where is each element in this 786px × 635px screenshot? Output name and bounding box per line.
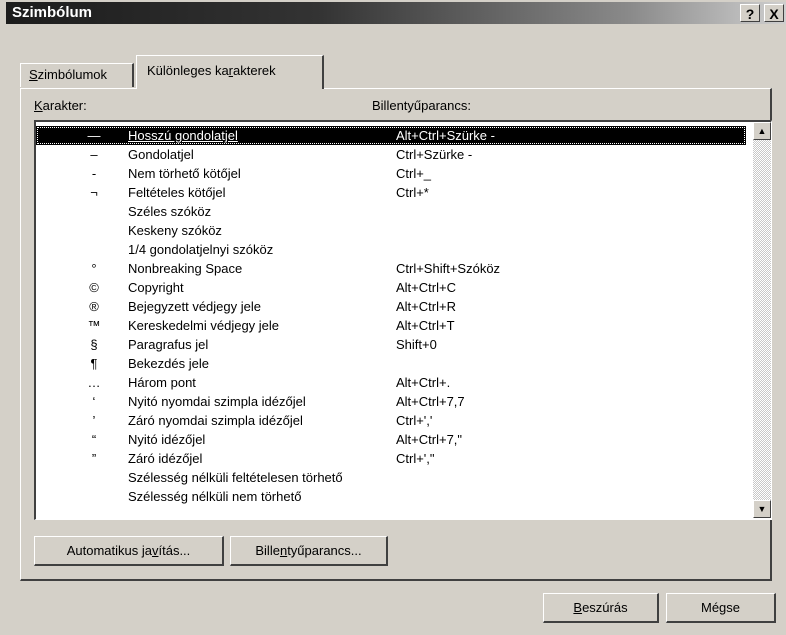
character-name: Gondolatjel <box>128 147 194 162</box>
character-shortcut: Alt+Ctrl+7," <box>396 432 463 447</box>
list-item[interactable]: 1/4 gondolatjelnyi szóköz <box>36 240 746 259</box>
character-shortcut: Ctrl+_ <box>396 166 432 181</box>
character-symbol: ” <box>91 451 97 466</box>
character-symbol: … <box>87 375 101 390</box>
autocorrect-button[interactable]: Automatikus javítás... <box>34 536 224 566</box>
character-symbol: “ <box>91 432 97 447</box>
list-item[interactable]: © Copyright Alt+Ctrl+C <box>36 278 746 297</box>
character-shortcut: Alt+Ctrl+7,7 <box>396 394 465 409</box>
list-item[interactable]: ¶ Bekezdés jele <box>36 354 746 373</box>
character-name: Három pont <box>128 375 196 390</box>
shortcut-column-header: Billentyűparancs: <box>372 98 471 113</box>
list-item[interactable]: — Hosszú gondolatjel Alt+Ctrl+Szürke - <box>36 126 746 145</box>
dialog-title: Szimbólum <box>12 4 93 21</box>
character-name: Kereskedelmi védjegy jele <box>128 318 280 333</box>
character-name: Záró idézőjel <box>128 451 203 466</box>
character-symbol: ¶ <box>90 356 98 371</box>
scroll-down-icon[interactable]: ▼ <box>753 500 771 518</box>
tab-symbols-access-key: S <box>29 67 38 82</box>
character-shortcut: Alt+Ctrl+T <box>396 318 455 333</box>
character-name: Nem törhető kötőjel <box>128 166 241 181</box>
character-name: Paragrafus jel <box>128 337 209 352</box>
character-symbol: § <box>90 337 98 352</box>
character-name: Nonbreaking Space <box>128 261 243 276</box>
character-shortcut: Alt+Ctrl+. <box>396 375 451 390</box>
close-button[interactable]: X <box>764 4 784 22</box>
list-item[interactable]: ‘ Nyitó nyomdai szimpla idézőjel Alt+Ctrl+… <box>36 392 746 411</box>
character-name: Szélesség nélküli feltételesen törhető <box>128 470 343 485</box>
character-name: Széles szóköz <box>128 204 212 219</box>
character-shortcut: Shift+0 <box>396 337 437 352</box>
character-name: Copyright <box>128 280 184 295</box>
list-item[interactable]: … Három pont Alt+Ctrl+. <box>36 373 746 392</box>
character-symbol: ¬ <box>90 185 98 200</box>
character-shortcut: Ctrl+'," <box>396 451 435 466</box>
character-name: Bejegyzett védjegy jele <box>128 299 261 314</box>
character-name: 1/4 gondolatjelnyi szóköz <box>128 242 274 257</box>
list-item[interactable]: Szélesség nélküli feltételesen törhető <box>36 468 746 487</box>
character-shortcut: Ctrl+Szürke - <box>396 147 473 162</box>
list-item[interactable]: ” Záró idézőjel Ctrl+'," <box>36 449 746 468</box>
character-name: Keskeny szóköz <box>128 223 222 238</box>
character-shortcut: Alt+Ctrl+R <box>396 299 456 314</box>
character-symbol: ‘ <box>92 394 96 409</box>
special-characters-list[interactable]: — Hosszú gondolatjel Alt+Ctrl+Szürke - – Gon… <box>34 120 772 520</box>
list-item[interactable]: ™ Kereskedelmi védjegy jele Alt+Ctrl+T <box>36 316 746 335</box>
character-shortcut: Ctrl+* <box>396 185 429 200</box>
character-name: Hosszú gondolatjel <box>128 128 238 143</box>
list-item[interactable]: Keskeny szóköz <box>36 221 746 240</box>
list-item[interactable]: – Gondolatjel Ctrl+Szürke - <box>36 145 746 164</box>
character-symbol: ° <box>91 261 97 276</box>
list-item[interactable]: § Paragrafus jel Shift+0 <box>36 335 746 354</box>
symbol-dialog: Szimbólum ? X Szimbólumok Különleges kar… <box>0 0 786 635</box>
insert-button[interactable]: Beszúrás <box>543 593 659 623</box>
list-item[interactable]: - Nem törhető kötőjel Ctrl+_ <box>36 164 746 183</box>
shortcut-key-button[interactable]: Billentyűparancs... <box>230 536 388 566</box>
character-shortcut: Alt+Ctrl+C <box>396 280 456 295</box>
tab-symbols[interactable]: Szimbólumok <box>20 63 134 87</box>
list-item[interactable]: ° Nonbreaking Space Ctrl+Shift+Szóköz <box>36 259 746 278</box>
scroll-up-icon[interactable]: ▲ <box>753 122 771 140</box>
tab-special-characters[interactable]: Különleges karakterek <box>136 55 324 89</box>
character-name: Feltételes kötőjel <box>128 185 226 200</box>
cancel-button[interactable]: Mégse <box>666 593 776 623</box>
character-column-header: Karakter: <box>34 98 87 113</box>
list-item[interactable]: ® Bejegyzett védjegy jele Alt+Ctrl+R <box>36 297 746 316</box>
character-symbol: – <box>90 147 98 162</box>
list-item[interactable]: ’ Záró nyomdai szimpla idézőjel Ctrl+',' <box>36 411 746 430</box>
character-symbol: ™ <box>87 318 101 333</box>
character-shortcut: Alt+Ctrl+Szürke - <box>396 128 495 143</box>
title-bar[interactable]: Szimbólum ? X <box>6 2 786 24</box>
list-item[interactable]: ¬ Feltételes kötőjel Ctrl+* <box>36 183 746 202</box>
character-symbol: - <box>91 166 97 181</box>
character-name: Bekezdés jele <box>128 356 209 371</box>
character-name: Nyitó idézőjel <box>128 432 206 447</box>
character-name: Záró nyomdai szimpla idézőjel <box>128 413 303 428</box>
character-symbol: ® <box>89 299 99 314</box>
character-symbol: © <box>89 280 99 295</box>
vertical-scrollbar[interactable]: ▲ ▼ <box>753 122 771 518</box>
list-item[interactable]: Széles szóköz <box>36 202 746 221</box>
list-item[interactable]: “ Nyitó idézőjel Alt+Ctrl+7," <box>36 430 746 449</box>
list-item[interactable]: Szélesség nélküli nem törhető <box>36 487 746 506</box>
character-shortcut: Ctrl+Shift+Szóköz <box>396 261 501 276</box>
character-shortcut: Ctrl+',' <box>396 413 433 428</box>
help-button[interactable]: ? <box>740 4 760 22</box>
character-name: Szélesség nélküli nem törhető <box>128 489 302 504</box>
character-symbol: ’ <box>92 413 96 428</box>
character-symbol: — <box>87 128 101 143</box>
character-name: Nyitó nyomdai szimpla idézőjel <box>128 394 306 409</box>
